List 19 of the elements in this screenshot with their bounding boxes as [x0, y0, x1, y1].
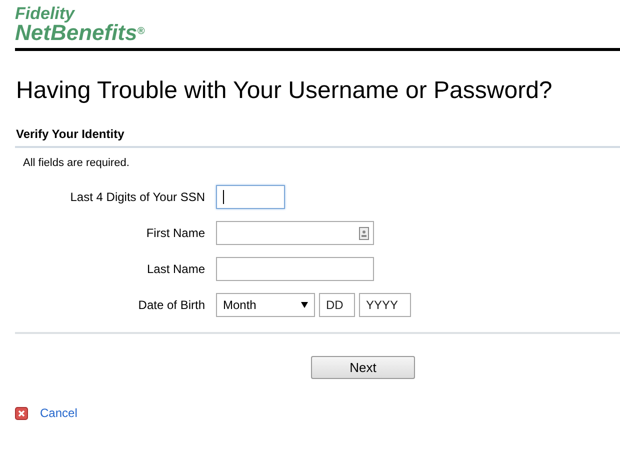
input-field[interactable]: [216, 185, 285, 209]
field-label: Last 4 Digits of Your SSN: [69, 190, 206, 204]
logo: Fidelity NetBenefits$^{®}$: [15, 5, 145, 44]
field-label: First Name: [145, 226, 206, 240]
input-field[interactable]: [216, 221, 374, 245]
day-field[interactable]: DD: [319, 293, 355, 317]
cancel-link[interactable]: Cancel: [40, 406, 78, 420]
contact-card-icon[interactable]: [359, 226, 369, 240]
field-label: Last Name: [146, 262, 206, 276]
input-field[interactable]: [216, 257, 374, 281]
section-heading: Verify Your Identity: [16, 127, 124, 141]
required-note: All fields are required.: [23, 157, 130, 169]
year-field[interactable]: YYYY: [359, 293, 411, 317]
page-title: Having Trouble with Your Username or Password?: [16, 77, 554, 105]
field-label: Date of Birth: [137, 298, 206, 312]
next-button[interactable]: Next: [311, 356, 415, 379]
month-dropdown[interactable]: Month: [216, 293, 315, 317]
close-icon: [15, 406, 28, 420]
caret-icon: [301, 302, 308, 308]
